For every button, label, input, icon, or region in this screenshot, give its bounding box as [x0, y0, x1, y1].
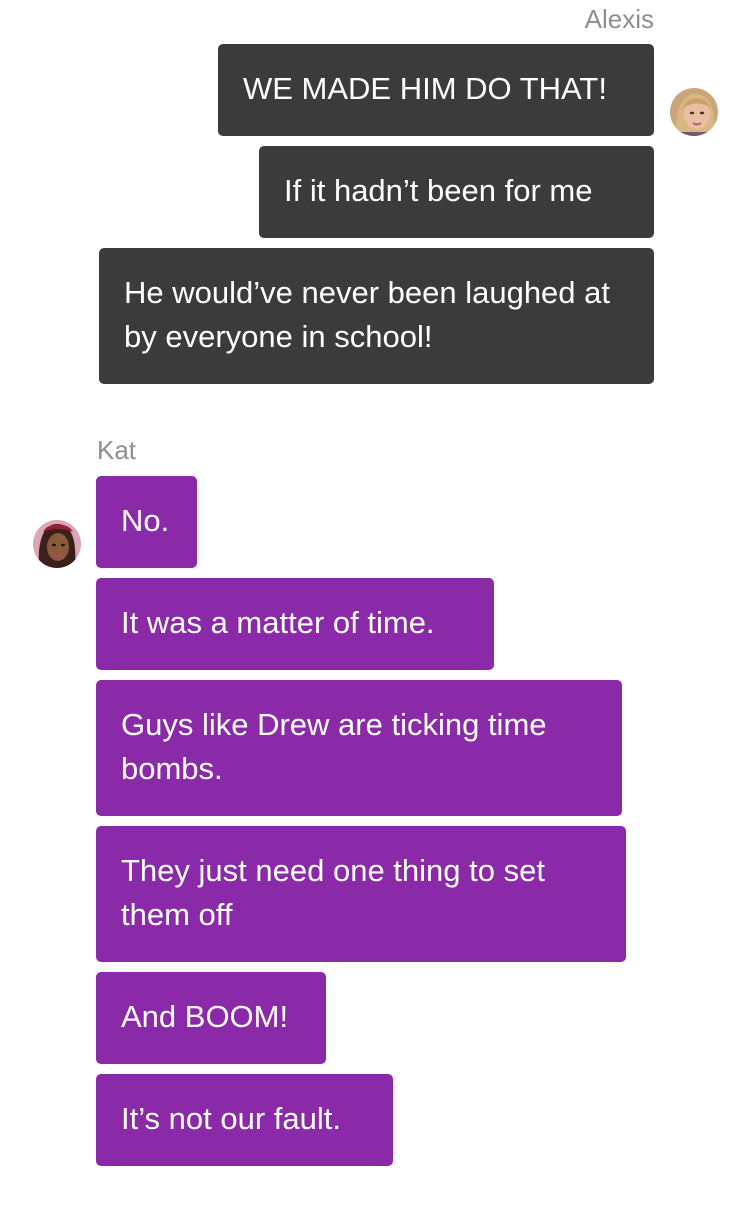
message-bubble[interactable]: Guys like Drew are ticking time bombs.: [96, 680, 622, 816]
message-bubble[interactable]: No.: [96, 476, 197, 568]
message-bubble[interactable]: It’s not our fault.: [96, 1074, 393, 1166]
message-bubble[interactable]: They just need one thing to set them off: [96, 826, 626, 962]
message-bubble[interactable]: If it hadn’t been for me: [259, 146, 654, 238]
sender-name: Kat: [97, 435, 137, 465]
message-bubble[interactable]: And BOOM!: [96, 972, 326, 1064]
sender-name: Alexis: [584, 4, 654, 34]
alexis-avatar-icon[interactable]: [670, 88, 718, 136]
kat-avatar-icon[interactable]: [33, 520, 81, 568]
message-bubble[interactable]: WE MADE HIM DO THAT!: [218, 44, 654, 136]
message-bubble[interactable]: It was a matter of time.: [96, 578, 494, 670]
message-bubble[interactable]: He would’ve never been laughed at by eve…: [99, 248, 654, 384]
